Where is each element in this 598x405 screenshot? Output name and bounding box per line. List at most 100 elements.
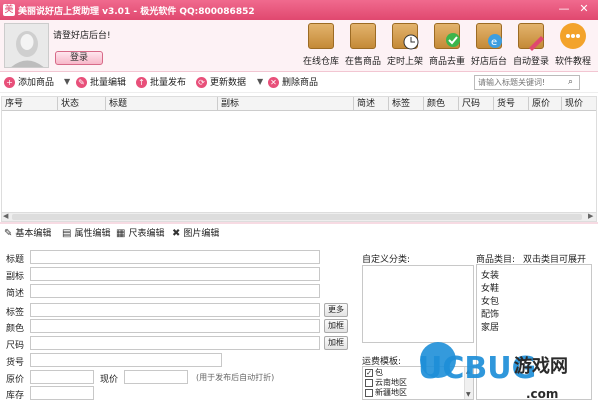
update-data-button[interactable]: ⟳ 更新数据 xyxy=(196,77,246,89)
list-item[interactable]: 家居 xyxy=(481,320,499,333)
login-button[interactable]: 登录 xyxy=(55,51,103,65)
refresh-icon: ⟳ xyxy=(196,77,207,88)
title-label: 标题 xyxy=(6,255,25,265)
onsale-box-icon xyxy=(350,23,376,49)
scroll-right-icon[interactable]: ▶ xyxy=(588,212,593,220)
tab-label: 基本编辑 xyxy=(15,229,52,239)
svg-text:游戏网: 游戏网 xyxy=(514,355,568,377)
update-data-label: 更新数据 xyxy=(210,78,247,88)
column-header[interactable]: 标题 xyxy=(106,97,218,111)
scheduled-listing-icon xyxy=(392,23,419,50)
column-header[interactable]: 尺码 xyxy=(459,97,494,111)
tool-warehouse[interactable]: 在线仓库 xyxy=(300,22,342,70)
minimize-button[interactable]: — xyxy=(556,2,572,16)
summary-label: 简述 xyxy=(6,289,25,299)
edit-tabs: ✎ 基本编辑 ▤ 属性编辑 ▦ 尺表编辑 ✖ 图片编辑 xyxy=(0,226,598,242)
tool-tutorial[interactable]: 软件教程 xyxy=(552,22,594,70)
product-table[interactable]: 序号 状态 标题 副标 简述 标签 颜色 尺码 货号 原价 现价 xyxy=(1,96,597,216)
delete-product-button[interactable]: ✕ 删除商品 xyxy=(268,77,318,89)
scroll-thumb[interactable] xyxy=(12,214,582,220)
tool-dedupe[interactable]: 商品去重 xyxy=(426,22,468,70)
column-header[interactable]: 序号 xyxy=(2,97,58,111)
batch-edit-label: 批量编辑 xyxy=(90,78,127,88)
cur-price-field[interactable] xyxy=(124,370,188,384)
option-label: 包 xyxy=(375,368,383,377)
batch-publish-label: 批量发布 xyxy=(150,78,187,88)
close-button[interactable]: ✕ xyxy=(576,2,592,16)
dedupe-icon xyxy=(434,23,460,49)
subtitle-field[interactable] xyxy=(30,267,320,281)
tab-label: 图片编辑 xyxy=(183,229,220,239)
shop-backend-icon: e xyxy=(476,23,502,49)
more-tags-button[interactable]: 更多 xyxy=(324,303,348,317)
batch-publish-button[interactable]: ↑ 批量发布 xyxy=(136,77,186,89)
column-header[interactable]: 标签 xyxy=(389,97,424,111)
pencil-icon: ✎ xyxy=(4,228,13,239)
custom-category-list[interactable] xyxy=(362,265,474,343)
color-field[interactable] xyxy=(30,319,320,333)
list-item[interactable]: 女装 xyxy=(481,268,499,281)
summary-field[interactable] xyxy=(30,284,320,298)
search-icon[interactable]: ⌕ xyxy=(568,77,573,87)
svg-text:e: e xyxy=(491,37,497,48)
checkbox-icon[interactable] xyxy=(365,378,373,387)
list-item[interactable]: 女鞋 xyxy=(481,281,499,294)
stock-field[interactable] xyxy=(30,386,94,400)
color-label: 颜色 xyxy=(6,324,25,334)
custom-category-label: 自定义分类: xyxy=(362,255,411,265)
tab-basic-edit[interactable]: ✎ 基本编辑 xyxy=(4,228,51,240)
shipping-option[interactable]: 云南地区 xyxy=(365,378,407,388)
title-bar: 美 美丽说好店上货助理 v3.01 - 极光软件 QQ:800086852 — … xyxy=(0,0,598,20)
orig-price-label: 原价 xyxy=(6,375,25,385)
list-item[interactable]: 女包 xyxy=(481,294,499,307)
delete-icon: ✕ xyxy=(268,77,279,88)
horizontal-scrollbar[interactable]: ◀ ▶ xyxy=(1,212,597,222)
add-dropdown-arrow-icon[interactable]: ▼ xyxy=(64,77,70,86)
column-header[interactable]: 颜色 xyxy=(424,97,459,111)
add-size-box-button[interactable]: 加框 xyxy=(324,336,348,350)
edit-icon: ✎ xyxy=(76,77,87,88)
subtitle-label: 副标 xyxy=(6,272,25,282)
tool-label: 软件教程 xyxy=(554,57,591,67)
tutorial-chat-icon xyxy=(560,23,586,49)
shipping-option[interactable]: 新疆地区 xyxy=(365,388,407,398)
list-item[interactable]: 配饰 xyxy=(481,307,499,320)
upload-icon: ↑ xyxy=(136,77,147,88)
add-color-box-button[interactable]: 加框 xyxy=(324,319,348,333)
batch-edit-button[interactable]: ✎ 批量编辑 xyxy=(76,77,126,89)
column-header[interactable]: 现价 xyxy=(562,97,596,111)
tags-label: 标签 xyxy=(6,308,25,318)
checkbox-icon[interactable] xyxy=(365,388,373,397)
window-title: 美丽说好店上货助理 v3.01 - 极光软件 QQ:800086852 xyxy=(18,7,255,17)
shipping-option[interactable]: ✓ 包 xyxy=(365,368,383,378)
size-label: 尺码 xyxy=(6,341,25,351)
column-header[interactable]: 货号 xyxy=(494,97,529,111)
checkbox-checked-icon[interactable]: ✓ xyxy=(365,368,373,377)
sku-field[interactable] xyxy=(30,353,222,367)
tool-shop-backend[interactable]: e 好店后台 xyxy=(468,22,510,70)
title-field[interactable] xyxy=(30,250,320,264)
sku-label: 货号 xyxy=(6,358,25,368)
price-note: (用于发布后自动打折) xyxy=(196,373,275,382)
orig-price-field[interactable] xyxy=(30,370,94,384)
login-greeting: 请登好店后台! xyxy=(53,31,111,41)
search-input[interactable] xyxy=(474,75,580,90)
tab-size-edit[interactable]: ▦ 尺表编辑 xyxy=(116,228,164,240)
add-product-button[interactable]: + 添加商品 xyxy=(4,77,54,89)
ucbug-watermark: UCBUG 游戏网 .com xyxy=(418,342,568,401)
tool-auto-login[interactable]: 自动登录 xyxy=(510,22,552,70)
update-dropdown-arrow-icon[interactable]: ▼ xyxy=(257,77,263,86)
table-icon: ▦ xyxy=(116,228,126,239)
option-label: 新疆地区 xyxy=(375,388,407,397)
tool-scheduled[interactable]: 定时上架 xyxy=(384,22,426,70)
tab-attr-edit[interactable]: ▤ 属性编辑 xyxy=(62,228,110,240)
tool-onsale[interactable]: 在售商品 xyxy=(342,22,384,70)
tags-field[interactable] xyxy=(30,303,320,317)
tab-image-edit[interactable]: ✖ 图片编辑 xyxy=(172,228,219,240)
column-header[interactable]: 简述 xyxy=(354,97,389,111)
scroll-left-icon[interactable]: ◀ xyxy=(3,212,8,220)
column-header[interactable]: 状态 xyxy=(58,97,106,111)
size-field[interactable] xyxy=(30,336,320,350)
column-header[interactable]: 原价 xyxy=(529,97,562,111)
column-header[interactable]: 副标 xyxy=(218,97,354,111)
